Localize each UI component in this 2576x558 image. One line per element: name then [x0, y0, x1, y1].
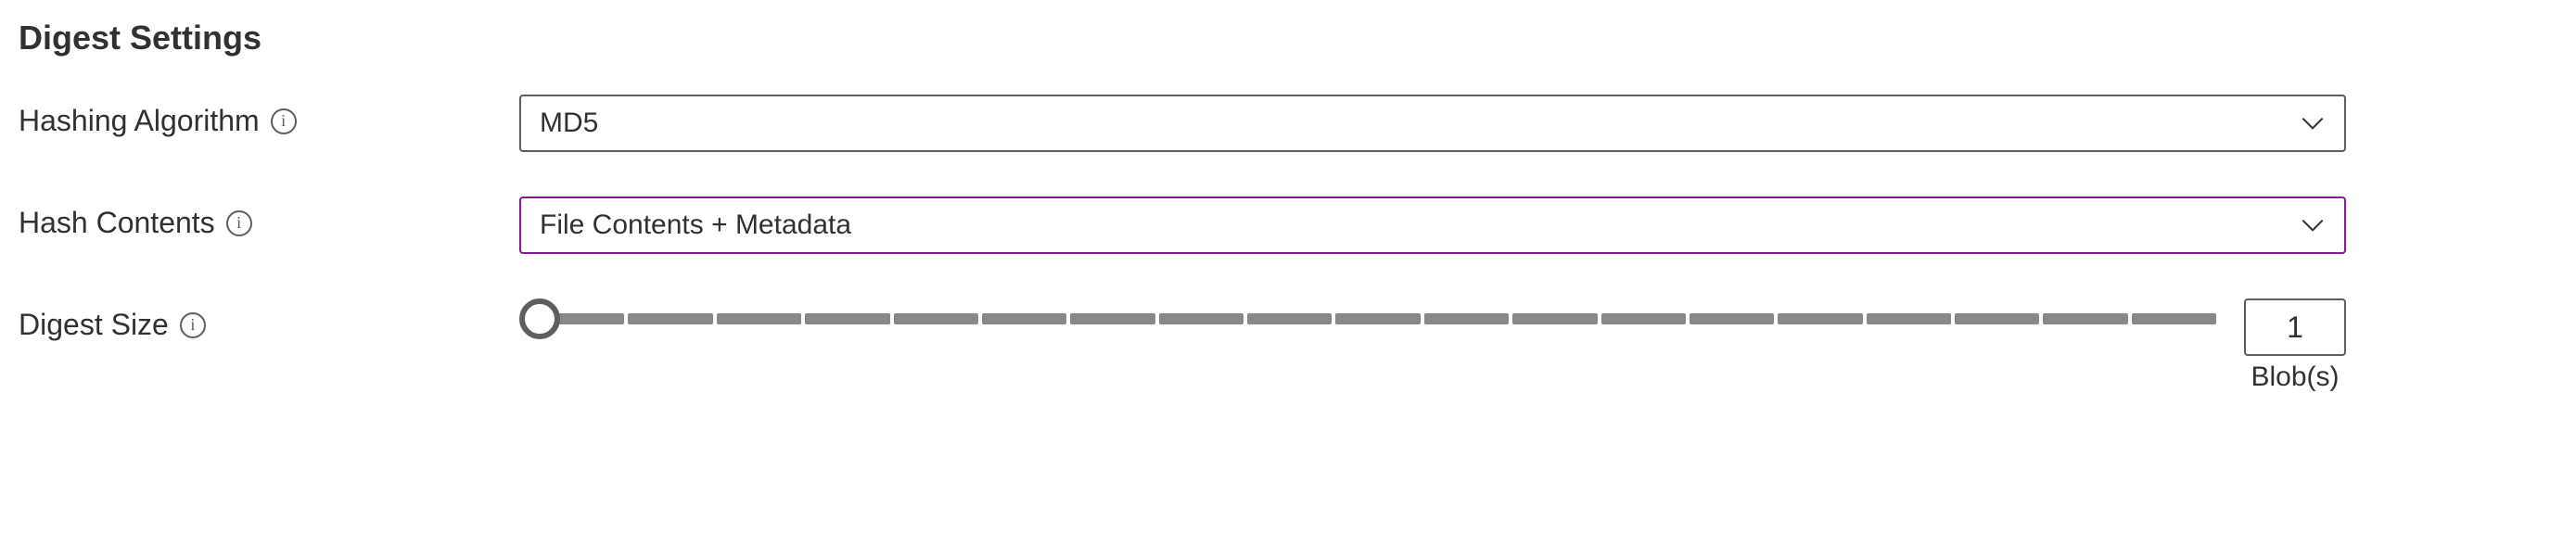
slider-segment	[628, 313, 712, 324]
digest-size-label-cell: Digest Size i	[19, 298, 519, 342]
slider-thumb[interactable]	[519, 298, 560, 339]
hashing-algorithm-row: Hashing Algorithm i MD5	[19, 95, 2557, 152]
hash-contents-label: Hash Contents	[19, 206, 215, 240]
slider-segment	[1512, 313, 1597, 324]
hashing-algorithm-label-cell: Hashing Algorithm i	[19, 95, 519, 138]
slider-segment	[1778, 313, 1862, 324]
slider-segment	[982, 313, 1066, 324]
slider-segment	[1690, 313, 1774, 324]
hash-contents-row: Hash Contents i File Contents + Metadata	[19, 197, 2557, 254]
slider-segment	[894, 313, 978, 324]
digest-size-control: Blob(s)	[519, 298, 2346, 393]
slider-segment	[1424, 313, 1509, 324]
digest-size-number-col: Blob(s)	[2244, 298, 2346, 393]
hash-contents-select-wrapper: File Contents + Metadata	[519, 197, 2346, 254]
digest-size-label: Digest Size	[19, 308, 169, 342]
slider-segment	[717, 313, 801, 324]
digest-size-input[interactable]	[2244, 298, 2346, 356]
digest-size-slider[interactable]	[519, 298, 2216, 339]
hashing-algorithm-select-wrapper: MD5	[519, 95, 2346, 152]
slider-segment	[1247, 313, 1332, 324]
slider-segment	[1335, 313, 1420, 324]
hashing-algorithm-label: Hashing Algorithm	[19, 104, 260, 138]
hash-contents-label-cell: Hash Contents i	[19, 197, 519, 240]
hash-contents-select[interactable]: File Contents + Metadata	[519, 197, 2346, 254]
section-title: Digest Settings	[19, 19, 2557, 57]
slider-segment	[1955, 313, 2039, 324]
hashing-algorithm-select[interactable]: MD5	[519, 95, 2346, 152]
slider-segment	[2043, 313, 2127, 324]
slider-segment	[2132, 313, 2216, 324]
slider-segment	[1601, 313, 1686, 324]
info-icon[interactable]: i	[180, 312, 206, 338]
digest-size-row: Digest Size i	[19, 298, 2557, 393]
info-icon[interactable]: i	[271, 108, 297, 134]
digest-settings-section: Digest Settings Hashing Algorithm i MD5 …	[19, 19, 2557, 393]
slider-segment	[1159, 313, 1243, 324]
digest-size-slider-row: Blob(s)	[519, 298, 2346, 393]
slider-track	[540, 313, 2216, 324]
slider-segment	[1070, 313, 1154, 324]
digest-size-unit: Blob(s)	[2251, 361, 2339, 393]
hashing-algorithm-control: MD5	[519, 95, 2346, 152]
hash-contents-control: File Contents + Metadata	[519, 197, 2346, 254]
info-icon[interactable]: i	[226, 210, 252, 236]
slider-segment	[805, 313, 889, 324]
slider-segment	[1867, 313, 1951, 324]
